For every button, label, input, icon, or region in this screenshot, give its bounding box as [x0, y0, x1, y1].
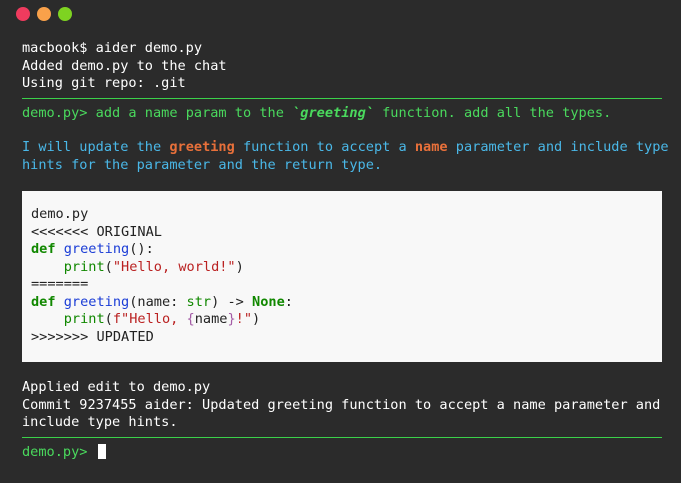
- assistant-highlight-greeting: greeting: [169, 139, 235, 155]
- interp-brace: }: [227, 311, 236, 327]
- new-def-line: def greeting(name: str) -> None:: [31, 294, 653, 312]
- minimize-button[interactable]: [37, 7, 51, 21]
- input-line[interactable]: demo.py>: [22, 443, 662, 462]
- assistant-line-2: hints for the parameter and the return t…: [22, 156, 383, 173]
- window-controls: [16, 7, 72, 21]
- user-text-after: function. add all the types.: [373, 104, 612, 121]
- zoom-button[interactable]: [58, 7, 72, 21]
- code-punct: :: [284, 293, 293, 310]
- code-punct: ) ->: [211, 293, 253, 310]
- interp-name: name: [194, 311, 228, 327]
- function-name: greeting: [63, 293, 130, 310]
- assistant-text: parameter and include type: [447, 139, 669, 155]
- user-text-before: add a name param to the: [95, 104, 293, 121]
- assistant-line-1: I will update the greeting function to a…: [22, 139, 669, 157]
- def-keyword: def: [31, 241, 56, 257]
- divider-marker: =======: [31, 276, 89, 292]
- assistant-highlight-name: name: [414, 139, 448, 155]
- function-name: greeting: [63, 241, 130, 257]
- close-button[interactable]: [16, 7, 30, 21]
- old-print-line: print("Hello, world!"): [31, 259, 653, 277]
- assistant-text: I will update the: [22, 139, 170, 155]
- user-code-word: `greeting`: [292, 104, 374, 121]
- code-punct: (name:: [129, 293, 187, 310]
- shell-command: macbook$ aider demo.py: [22, 40, 203, 56]
- code-edit-block: demo.py <<<<<<< ORIGINAL def greeting():…: [22, 191, 662, 362]
- code-filename: demo.py: [31, 206, 89, 222]
- fstring-literal: f"Hello,: [112, 311, 187, 327]
- commit-message-2: include type hints.: [22, 414, 178, 430]
- updated-marker: >>>>>>> UPDATED: [31, 328, 154, 345]
- string-literal: "Hello, world!": [112, 258, 236, 275]
- none-keyword: None: [252, 293, 285, 310]
- user-message: demo.py> add a name param to the `greeti…: [22, 105, 662, 123]
- original-marker: <<<<<<< ORIGINAL: [31, 223, 162, 240]
- def-keyword: def: [31, 293, 56, 310]
- fstring-literal: !": [235, 311, 253, 327]
- terminal-window: macbook$ aider demo.py Added demo.py to …: [0, 0, 681, 483]
- terminal-output: macbook$ aider demo.py Added demo.py to …: [22, 40, 669, 462]
- final-prompt: demo.py>: [22, 443, 96, 460]
- new-print-line: print(f"Hello, {name}!"): [31, 311, 653, 329]
- applied-message: Applied edit to demo.py: [22, 379, 211, 395]
- print-builtin: print: [63, 258, 105, 275]
- assistant-text: function to accept a: [234, 139, 415, 155]
- code-punct: ():: [129, 241, 154, 257]
- added-file-message: Added demo.py to the chat: [22, 57, 227, 74]
- text-cursor[interactable]: [97, 443, 106, 459]
- divider-rule: [22, 97, 662, 99]
- commit-message-1: Commit 9237455 aider: Updated greeting f…: [22, 396, 661, 413]
- old-def-line: def greeting():: [31, 241, 653, 259]
- type-annotation: str: [186, 293, 212, 310]
- divider-rule: [22, 436, 662, 438]
- git-repo-message: Using git repo: .git: [22, 75, 186, 91]
- interp-brace: {: [186, 311, 195, 327]
- print-builtin: print: [63, 311, 105, 327]
- user-prompt: demo.py>: [22, 104, 96, 121]
